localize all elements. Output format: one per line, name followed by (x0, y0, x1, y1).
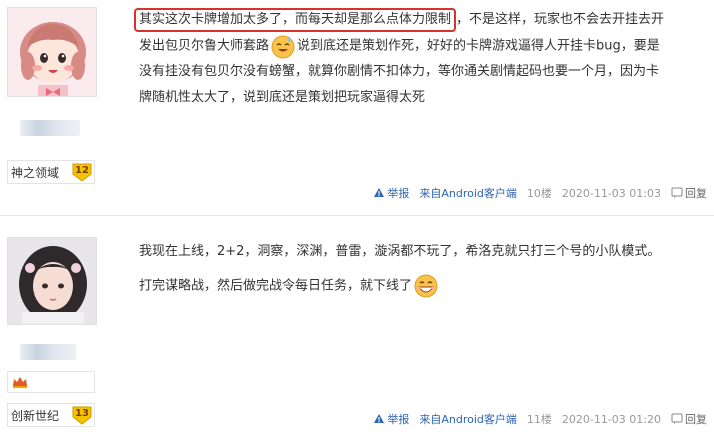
grin-emoji-icon (413, 273, 439, 299)
level-name: 创新世纪 (11, 409, 60, 423)
post-time: 2020-11-03 01:03 (561, 186, 661, 200)
level-name: 神之领域 (11, 166, 60, 180)
report-label: 举报 (387, 187, 410, 200)
badge-box[interactable] (7, 371, 95, 393)
post-text: 打完谋略战，然后做完战令每日任务，就下线了 (139, 278, 413, 294)
reply-label: 回复 (685, 187, 707, 200)
username-blurred[interactable] (20, 120, 80, 136)
level-badge-icon: 13 (71, 405, 93, 425)
post-line: 发出包贝尔鲁大师套路 说到底还是策划作死，好好的卡牌游戏逼得人开挂卡bug，要是 (139, 33, 705, 59)
post-body: 我现在上线，2+2，洞察，深渊，普雷，漩涡都不玩了，希洛克就只打三个号的小队模式… (139, 239, 705, 299)
post-divider (0, 215, 714, 216)
post-line: 没有挂没有包贝尔没有螃蟹，就算你剧情不扣体力，等你通关剧情起码也要一个月，因为卡 (139, 64, 660, 79)
post-line: 我现在上线，2+2，洞察，深渊，普雷，漩涡都不玩了，希洛克就只打三个号的小队模式… (139, 244, 661, 259)
sweat-smile-emoji-icon (270, 33, 296, 59)
post-time: 2020-11-03 01:20 (561, 412, 661, 426)
post-floor-10: 神之领域 12 其实这次卡牌增加太多了，而每天却是那么点体力限制 ，不是这样，玩家… (0, 0, 714, 216)
level-box[interactable]: 神之领域 12 (7, 160, 95, 184)
source-link[interactable]: 来自Android客户端 (419, 185, 517, 201)
reply-label: 回复 (685, 413, 707, 426)
report-label: 举报 (387, 413, 410, 426)
post-content-column: 其实这次卡牌增加太多了，而每天却是那么点体力限制 ，不是这样，玩家也不会去开挂去开… (131, 0, 711, 216)
photo-girl-avatar-icon (8, 238, 96, 324)
user-info-column: 创新世纪 13 (0, 217, 118, 442)
post-line: 打完谋略战，然后做完战令每日任务，就下线了 (139, 273, 705, 299)
avatar[interactable] (7, 237, 97, 325)
post-tail: 举报 来自Android客户端 11楼 2020-11-03 01:20 回复 (363, 411, 707, 427)
report-icon (374, 188, 385, 197)
report-link[interactable]: 举报 (373, 185, 409, 201)
report-link[interactable]: 举报 (373, 411, 409, 427)
post-text: 发出包贝尔鲁大师套路 (139, 38, 270, 54)
reply-icon (671, 187, 683, 198)
level-number: 12 (75, 165, 89, 176)
reply-button[interactable]: 回复 (671, 185, 707, 201)
post-text: 说到底还是策划作死，好好的卡牌游戏逼得人开挂卡bug，要是 (297, 38, 660, 54)
reply-icon (671, 413, 683, 424)
cartoon-girl-avatar-icon (8, 8, 96, 96)
floor-number: 11楼 (526, 413, 552, 426)
report-icon (374, 414, 385, 423)
username-blurred[interactable] (20, 344, 76, 360)
post-line: 其实这次卡牌增加太多了，而每天却是那么点体力限制 ，不是这样，玩家也不会去开挂去开 (134, 7, 705, 33)
level-box[interactable]: 创新世纪 13 (7, 403, 95, 427)
post-tail: 举报 来自Android客户端 10楼 2020-11-03 01:03 回复 (363, 185, 707, 201)
post-content-column: 我现在上线，2+2，洞察，深渊，普雷，漩涡都不玩了，希洛克就只打三个号的小队模式… (131, 217, 711, 442)
post-text: ，不是这样，玩家也不会去开挂去开 (456, 12, 665, 27)
level-number: 13 (75, 408, 89, 419)
floor-number: 10楼 (526, 187, 552, 200)
post-body: 其实这次卡牌增加太多了，而每天却是那么点体力限制 ，不是这样，玩家也不会去开挂去开… (134, 7, 705, 111)
reply-button[interactable]: 回复 (671, 411, 707, 427)
source-link[interactable]: 来自Android客户端 (419, 411, 517, 427)
crown-icon (13, 377, 27, 388)
highlighted-text: 其实这次卡牌增加太多了，而每天却是那么点体力限制 (134, 8, 457, 32)
user-info-column: 神之领域 12 (0, 0, 118, 216)
post-line: 牌随机性太大了，说到底还是策划把玩家逼得太死 (139, 90, 426, 105)
avatar[interactable] (7, 7, 97, 97)
level-badge-icon: 12 (71, 162, 93, 182)
post-floor-11: 创新世纪 13 我现在上线，2+2，洞察，深渊，普雷，漩涡都不玩了，希洛克就只打… (0, 217, 714, 442)
